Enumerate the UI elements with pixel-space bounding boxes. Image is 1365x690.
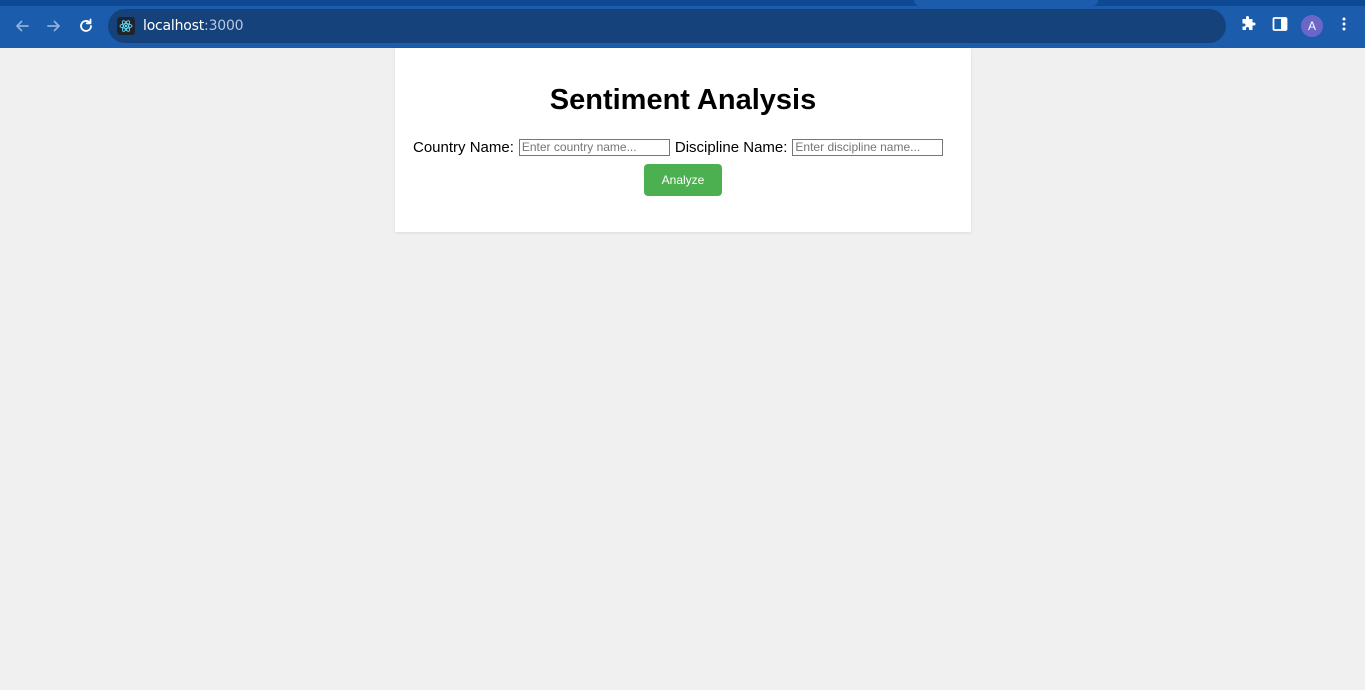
forward-icon <box>45 17 63 35</box>
url-text: localhost:3000 <box>143 18 244 34</box>
react-site-icon <box>117 17 135 35</box>
forward-button[interactable] <box>40 12 68 40</box>
side-panel-button[interactable] <box>1266 12 1294 40</box>
profile-button[interactable]: A <box>1298 12 1326 40</box>
discipline-input[interactable] <box>792 138 944 156</box>
browser-toolbar: localhost:3000 A <box>0 6 1365 48</box>
sentiment-card: Sentiment Analysis Country Name: Discipl… <box>395 48 971 232</box>
reload-icon <box>77 17 95 35</box>
avatar: A <box>1301 15 1323 37</box>
analyze-button[interactable]: Analyze <box>644 164 722 196</box>
url-port: :3000 <box>204 18 244 34</box>
extensions-button[interactable] <box>1234 12 1262 40</box>
side-panel-icon <box>1272 16 1288 37</box>
menu-button[interactable] <box>1330 12 1358 40</box>
search-form: Country Name: Discipline Name: <box>413 137 953 157</box>
url-host: localhost <box>143 18 205 34</box>
back-icon <box>13 17 31 35</box>
country-input[interactable] <box>518 138 670 156</box>
extensions-icon <box>1240 15 1256 37</box>
menu-icon <box>1336 16 1352 37</box>
back-button[interactable] <box>8 12 36 40</box>
page-title: Sentiment Analysis <box>549 84 817 116</box>
reload-button[interactable] <box>72 12 100 40</box>
discipline-label: Discipline Name: <box>674 138 788 156</box>
browser-chrome: localhost:3000 A <box>0 0 1365 48</box>
address-bar[interactable]: localhost:3000 <box>108 9 1226 43</box>
country-label: Country Name: <box>413 138 514 156</box>
